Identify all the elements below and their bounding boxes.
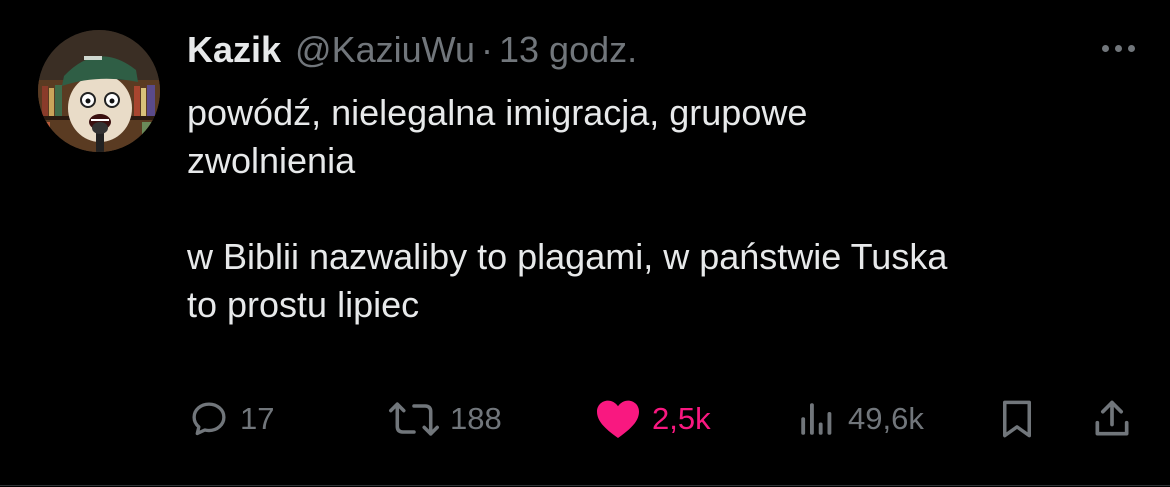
tweet-text-line: zwolnienia <box>187 140 356 181</box>
bookmark-icon <box>1003 400 1031 438</box>
tweet-text: powódź, nielegalna imigracja, grupowe zw… <box>187 89 1147 329</box>
reply-bubble-icon <box>192 402 226 436</box>
share-button[interactable] <box>1090 392 1134 446</box>
tweet-text-line: powódź, nielegalna imigracja, grupowe <box>187 92 808 133</box>
display-name[interactable]: Kazik <box>187 29 281 71</box>
repost-count: 188 <box>450 401 502 436</box>
action-bar: 17 188 2,5k 49,6k <box>0 392 1170 446</box>
heart-filled-icon <box>597 400 639 438</box>
views-count: 49,6k <box>848 401 924 436</box>
tweet-card[interactable]: Kazik @KaziuWu · 13 godz. powódź, nieleg… <box>0 0 1170 486</box>
views-bar-chart-icon <box>801 403 832 435</box>
separator-dot: · <box>481 29 493 70</box>
timestamp[interactable]: 13 godz. <box>499 29 637 71</box>
reply-button[interactable]: 17 <box>188 392 274 446</box>
share-upload-icon <box>1095 400 1129 436</box>
reply-count: 17 <box>240 401 275 436</box>
like-button[interactable]: 2,5k <box>594 392 711 446</box>
views-button[interactable]: 49,6k <box>796 392 924 446</box>
more-horizontal-icon-dot <box>1127 44 1135 52</box>
user-handle[interactable]: @KaziuWu <box>295 29 475 71</box>
more-options-button[interactable] <box>1090 34 1146 62</box>
repost-icon <box>389 402 439 436</box>
more-horizontal-icon <box>1101 44 1109 52</box>
tweet-text-line: to prostu lipiec <box>187 284 420 325</box>
repost-button[interactable]: 188 <box>388 392 502 446</box>
avatar-image <box>38 30 160 152</box>
tweet-header: Kazik @KaziuWu · 13 godz. <box>187 24 637 76</box>
bookmark-button[interactable] <box>996 392 1038 446</box>
more-horizontal-icon-dot <box>1114 44 1122 52</box>
like-count: 2,5k <box>652 401 711 436</box>
tweet-text-line: w Biblii nazwaliby to plagami, w państwi… <box>187 236 948 277</box>
avatar[interactable] <box>38 30 160 152</box>
